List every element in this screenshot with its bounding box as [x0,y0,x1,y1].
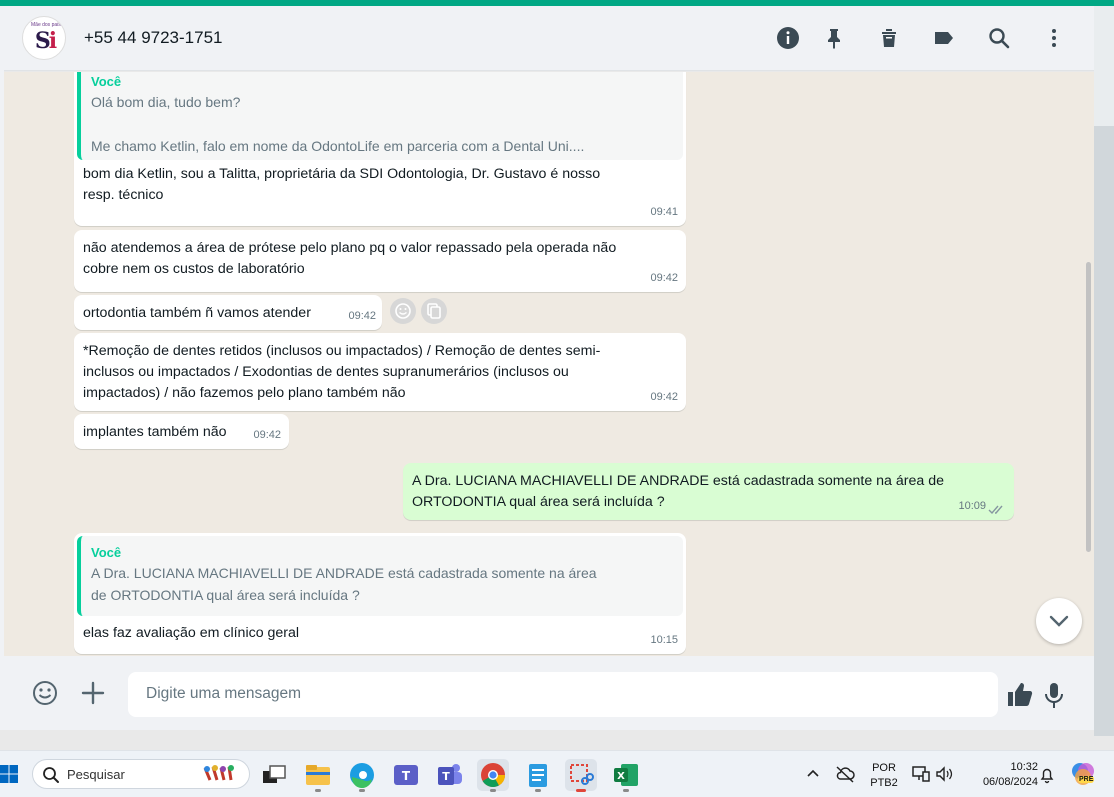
emoji-react-icon[interactable] [390,298,416,324]
search-icon[interactable] [987,26,1011,50]
message-text: bom dia Ketlin, sou a Talitta, proprietá… [83,166,601,203]
quote-author: Você [91,74,122,89]
windows-start-icon[interactable] [0,765,18,783]
thumbs-up-icon[interactable] [1005,680,1035,710]
copilot-icon[interactable]: PRE [1070,761,1096,787]
chat-area: Você Olá bom dia, tudo bem? Me chamo Ket… [4,72,1094,656]
contact-name[interactable]: +55 44 9723-1751 [84,28,223,48]
windows-taskbar: Pesquisar T T X POR PTB2 10:32 06/08/2024 [0,750,1114,797]
menu-icon[interactable] [1042,26,1066,50]
message-time: 09:42 [650,272,678,284]
copy-icon[interactable] [421,298,447,324]
attach-plus-icon[interactable] [78,678,108,708]
message-bubble-outgoing[interactable]: A Dra. LUCIANA MACHIAVELLI DE ANDRADE es… [403,463,1014,520]
message-bubble[interactable]: ortodontia também ñ vamos atender 09:42 [74,295,382,330]
message-bubble[interactable]: *Remoção de dentes retidos (inclusos ou … [74,333,686,411]
file-explorer-icon[interactable] [302,759,334,792]
message-time: 10:09 [958,500,986,512]
message-time: 10:15 [650,634,678,646]
snipping-tool-icon[interactable] [565,759,597,792]
svg-text:X: X [617,771,625,782]
message-time: 09:42 [650,391,678,403]
message-bubble[interactable]: Você A Dra. LUCIANA MACHIAVELLI DE ANDRA… [74,533,686,654]
quote-text: A Dra. LUCIANA MACHIAVELLI DE ANDRADE es… [91,565,597,603]
cloud-offline-icon[interactable] [835,765,855,783]
message-bubble[interactable]: não atendemos a área de prótese pelo pla… [74,230,686,292]
scrollbar-thumb[interactable] [1086,262,1091,552]
quote-text: Olá bom dia, tudo bem? Me chamo Ketlin, … [91,94,585,154]
message-input[interactable]: Digite uma mensagem [128,672,998,717]
teams-classic-icon[interactable]: T [390,759,422,791]
svg-text:T: T [402,769,411,783]
label-icon[interactable] [932,26,956,50]
message-time: 09:41 [650,206,678,218]
right-edge [1094,6,1114,736]
chat-scrollbar[interactable] [1083,72,1094,656]
delete-icon[interactable] [877,26,901,50]
message-text: A Dra. LUCIANA MACHIAVELLI DE ANDRADE es… [412,473,945,510]
quote-author: Você [91,545,122,560]
emoji-icon[interactable] [30,678,60,708]
message-bubble[interactable]: Você Olá bom dia, tudo bem? Me chamo Ket… [74,72,686,226]
keyboard-language[interactable]: POR PTB2 [866,761,902,791]
notepad-icon[interactable] [522,759,554,792]
taskbar-search[interactable]: Pesquisar [32,759,250,789]
message-text: implantes também não [83,424,227,440]
show-hidden-icons-chevron-up-icon[interactable] [806,767,820,781]
quoted-message[interactable]: Você A Dra. LUCIANA MACHIAVELLI DE ANDRA… [77,536,683,616]
info-icon[interactable] [776,26,800,50]
scroll-to-bottom-button[interactable] [1036,598,1082,644]
notification-bell-icon[interactable] [1039,766,1055,784]
message-text: não atendemos a área de prótese pelo pla… [83,240,617,277]
message-text: elas faz avaliação em clínico geral [83,625,300,641]
message-bubble[interactable]: implantes também não 09:42 [74,414,289,449]
message-time: 09:42 [253,429,281,441]
chevron-down-icon [1049,615,1069,627]
volume-icon[interactable] [935,765,955,783]
read-receipt-icon [988,505,1003,515]
teams-icon[interactable]: T [434,759,466,791]
message-text: ortodontia também ñ vamos atender [83,305,311,321]
chat-header: Mãe dos pais Si +55 44 9723-1751 [4,6,1094,71]
composer-bar: Digite uma mensagem [4,656,1094,730]
message-time: 09:42 [348,310,376,322]
search-icon [43,767,59,783]
avatar-logo: Si [34,28,57,54]
search-highlight-icon [203,765,234,781]
pin-icon[interactable] [822,26,846,50]
message-text: *Remoção de dentes retidos (inclusos ou … [83,343,601,401]
network-icon[interactable] [911,765,931,783]
whatsapp-app: Mãe dos pais Si +55 44 9723-1751 Você Ol… [4,6,1094,730]
system-clock[interactable]: 10:32 06/08/2024 [966,760,1038,790]
edge-browser-icon[interactable] [346,759,378,792]
excel-icon[interactable]: X [610,759,642,792]
quoted-message[interactable]: Você Olá bom dia, tudo bem? Me chamo Ket… [77,72,683,160]
microphone-icon[interactable] [1039,680,1069,710]
svg-text:T: T [442,770,450,783]
task-view-icon[interactable] [258,759,290,791]
contact-avatar[interactable]: Mãe dos pais Si [22,16,66,60]
chrome-icon[interactable] [477,759,509,792]
